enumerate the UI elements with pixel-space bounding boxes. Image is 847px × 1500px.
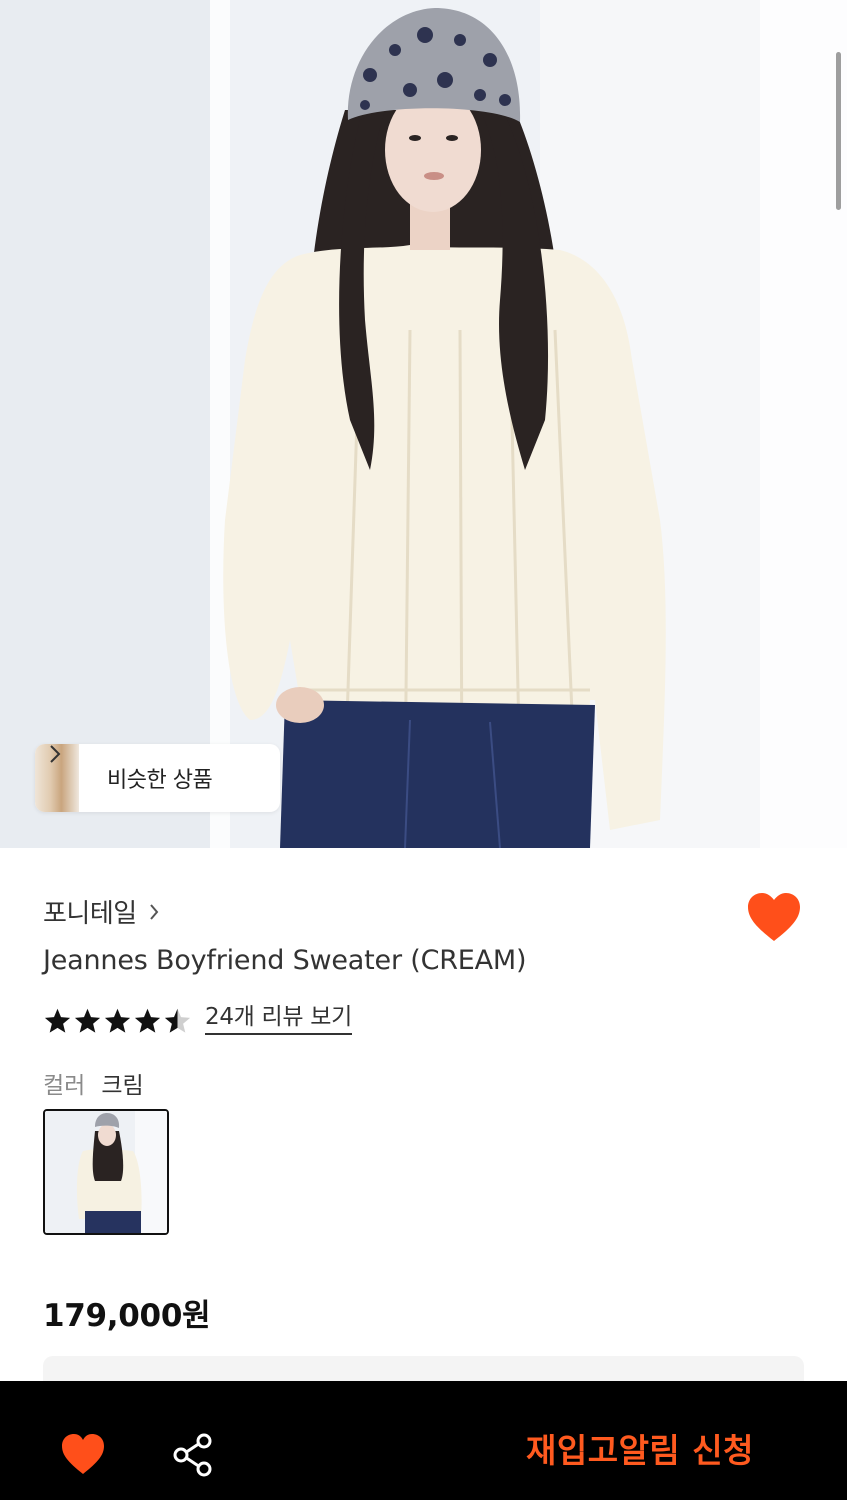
model-photo: [0, 0, 847, 848]
similar-products-button[interactable]: 비슷한 상품: [35, 744, 280, 812]
review-link[interactable]: 24개 리뷰 보기: [205, 1006, 352, 1035]
color-label: 컬러: [43, 1073, 86, 1099]
heart-icon[interactable]: [746, 891, 802, 943]
bottom-action-bar: 재입고알림 신청: [0, 1381, 847, 1500]
color-row: 컬러 크림: [43, 1066, 144, 1100]
half-star-icon: [164, 1008, 191, 1033]
star-icon: [44, 1008, 71, 1033]
image-scrollbar[interactable]: [836, 52, 841, 210]
heart-icon[interactable]: [60, 1432, 106, 1476]
rating-row: 24개 리뷰 보기: [43, 1006, 352, 1035]
chevron-right-icon: [149, 903, 159, 920]
restock-alert-button[interactable]: 재입고알림 신청: [480, 1421, 800, 1481]
share-icon[interactable]: [172, 1432, 214, 1478]
brand-link[interactable]: 포니테일: [43, 893, 159, 930]
product-price: 179,000원: [43, 1298, 211, 1334]
similar-products-label: 비슷한 상품: [107, 768, 213, 793]
product-title: Jeannes Boyfriend Sweater (CREAM): [43, 945, 527, 976]
color-option-cream[interactable]: [43, 1109, 169, 1235]
color-thumbnail: [45, 1111, 167, 1233]
star-icon: [134, 1008, 161, 1033]
chevron-right-icon: [50, 745, 61, 763]
star-rating: [43, 1007, 192, 1035]
brand-name: 포니테일: [43, 899, 137, 929]
star-icon: [104, 1008, 131, 1033]
product-hero-image[interactable]: 비슷한 상품: [0, 0, 847, 848]
color-value: 크림: [101, 1073, 144, 1099]
star-icon: [74, 1008, 101, 1033]
